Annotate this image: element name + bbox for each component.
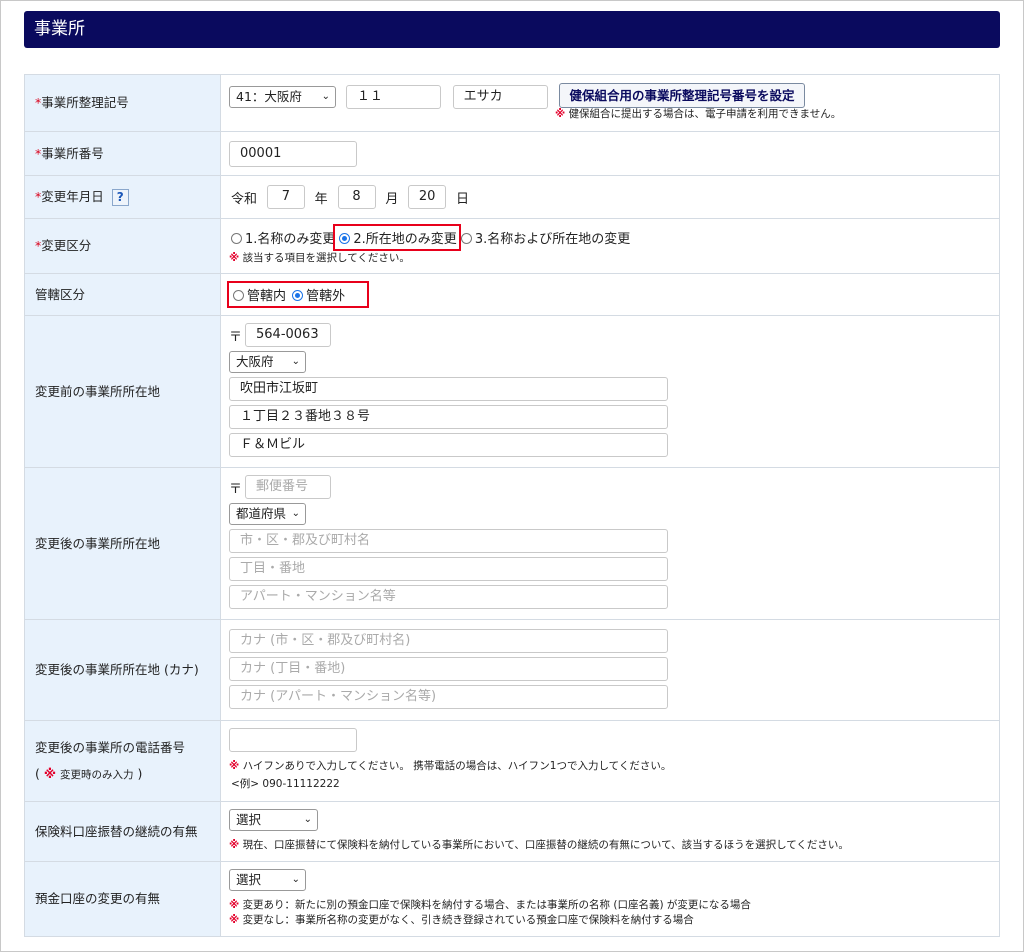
seiri-code-2[interactable]: エサカ <box>452 84 548 109</box>
radio-jurisdiction-out[interactable]: 管轄外 <box>290 289 345 304</box>
chevron-down-icon: ⌄ <box>291 356 300 367</box>
after-zip-input[interactable]: 郵便番号 <box>245 475 332 499</box>
kana-building-input[interactable]: カナ (アパート・マンション名等) <box>229 685 668 709</box>
before-pref-select[interactable]: 大阪府 ⌄ <box>229 351 306 373</box>
label-change-type: *変更区分 <box>24 218 221 274</box>
before-city-input[interactable]: 吹田市江坂町 <box>229 377 668 401</box>
value-seiri: 41：大阪府 ⌄ １１ エサカ 健保組合用の事業所整理記号番号を設定 ※ 健保組合… <box>220 74 1000 132</box>
chevron-down-icon: ⌄ <box>321 90 330 102</box>
value-change-type: 1.名称のみ変更 2.所在地のみ変更 3.名称および所在地の変更 ※ 該当する項目を… <box>220 218 1000 274</box>
value-account-change: 選択 ⌄ ※ 変更あり：新たに別の預金口座で保険料を納付する場合、または事業所の名… <box>220 861 1000 937</box>
after-building-input[interactable]: アパート・マンション名等 <box>229 585 668 609</box>
phone-example: <例> 090-11112222 <box>231 778 340 790</box>
kana-city-input[interactable]: カナ (市・区・郡及び町村名) <box>229 629 668 653</box>
kana-street-input[interactable]: カナ (丁目・番地) <box>229 657 668 681</box>
phone-note: ※ ハイフンありで入力してください。 携帯電話の場合は、ハイフン1つで入力してく… <box>229 760 672 772</box>
help-icon[interactable]: ? <box>111 189 129 206</box>
seiri-code-1[interactable]: １１ <box>345 84 441 109</box>
radio-on-icon <box>339 233 351 244</box>
chevron-down-icon: ⌄ <box>291 508 300 519</box>
value-before-address: 〒 564-0063 大阪府 ⌄ 吹田市江坂町 １丁目２３番地３８号 Ｆ＆Ｍビル <box>220 315 1000 468</box>
value-after-address-kana: カナ (市・区・郡及び町村名) カナ (丁目・番地) カナ (アパート・マンショ… <box>220 619 1000 721</box>
year-unit: 年 <box>314 191 328 207</box>
seiri-note: ※ 健保組合に提出する場合は、電子申請を利用できません。 <box>555 108 842 120</box>
radio-on-icon <box>292 290 304 301</box>
office-no-input[interactable]: 00001 <box>229 140 357 167</box>
set-kenpo-code-button[interactable]: 健保組合用の事業所整理記号番号を設定 <box>559 83 805 108</box>
transfer-note: ※ 現在、口座振替にて保険料を納付している事業所において、口座振替の継続の有無に… <box>229 839 849 851</box>
pref-code-select[interactable]: 41：大阪府 ⌄ <box>229 85 336 108</box>
change-type-note: ※ 該当する項目を選択してください。 <box>229 252 410 264</box>
after-street-input[interactable]: 丁目・番地 <box>229 557 668 581</box>
after-city-input[interactable]: 市・区・郡及び町村名 <box>229 529 668 553</box>
era-label: 令和 <box>231 191 258 207</box>
radio-change-type-2-highlight[interactable]: 2.所在地のみ変更 <box>333 224 461 251</box>
zip-mark: 〒 <box>229 481 243 497</box>
zip-mark: 〒 <box>229 329 243 345</box>
radio-jurisdiction-in[interactable]: 管轄内 <box>231 289 286 304</box>
label-transfer-continue: 保険料口座振替の継続の有無 <box>24 801 221 862</box>
value-transfer-continue: 選択 ⌄ ※ 現在、口座振替にて保険料を納付している事業所において、口座振替の継続… <box>220 801 1000 862</box>
before-zip-input[interactable]: 564-0063 <box>245 323 332 347</box>
chevron-down-icon: ⌄ <box>303 814 312 825</box>
before-street-input[interactable]: １丁目２３番地３８号 <box>229 405 668 429</box>
year-input[interactable]: 7 <box>266 185 305 209</box>
section-header: 事業所 <box>24 11 1000 48</box>
chevron-down-icon: ⌄ <box>291 874 300 885</box>
label-after-phone: 変更後の事業所の電話番号 ( ※ 変更時のみ入力 ) <box>24 720 221 802</box>
radio-off-icon <box>460 233 472 244</box>
label-account-change: 預金口座の変更の有無 <box>24 861 221 937</box>
label-after-address-kana: 変更後の事業所所在地 (カナ) <box>24 619 221 721</box>
radio-off-icon <box>231 233 242 244</box>
account-change-select[interactable]: 選択 ⌄ <box>229 869 306 891</box>
before-building-input[interactable]: Ｆ＆Ｍビル <box>229 433 668 457</box>
label-before-address: 変更前の事業所所在地 <box>24 315 221 468</box>
day-unit: 日 <box>456 191 470 207</box>
value-office-no: 00001 <box>220 131 1000 176</box>
account-note-1: ※ 変更あり：新たに別の預金口座で保険料を納付する場合、または事業所の名称 (口… <box>229 899 751 911</box>
account-note-2: ※ 変更なし：事業所名称の変更がなく、引き続き登録されている預金口座で保険料を納… <box>229 914 694 926</box>
jurisdiction-highlight: 管轄内 管轄外 <box>226 281 370 308</box>
value-after-address: 〒郵便番号 都道府県 ⌄ 市・区・郡及び町村名 丁目・番地 アパート・マンション名… <box>220 467 1000 620</box>
office-form: *事業所整理記号 41：大阪府 ⌄ １１ エサカ 健保組合用の事業所整理記号番号を… <box>24 74 1000 937</box>
label-after-address: 変更後の事業所所在地 <box>24 467 221 620</box>
radio-off-icon <box>233 290 244 301</box>
radio-change-type-1[interactable]: 1.名称のみ変更 <box>229 232 335 247</box>
after-pref-select[interactable]: 都道府県 ⌄ <box>229 503 306 525</box>
label-office-no: *事業所番号 <box>24 131 221 176</box>
month-input[interactable]: 8 <box>337 185 376 209</box>
after-phone-input[interactable] <box>229 728 357 752</box>
label-change-date: *変更年月日? <box>24 175 221 219</box>
label-seiri: *事業所整理記号 <box>24 74 221 132</box>
month-unit: 月 <box>385 191 399 207</box>
radio-change-type-3[interactable]: 3.名称および所在地の変更 <box>459 232 630 247</box>
value-change-date: 令和 7 年 8 月 20 日 <box>220 175 1000 219</box>
label-jurisdiction: 管轄区分 <box>24 273 221 316</box>
transfer-continue-select[interactable]: 選択 ⌄ <box>229 809 318 831</box>
value-jurisdiction: 管轄内 管轄外 <box>220 273 1000 316</box>
section-title: 事業所 <box>34 19 85 39</box>
value-after-phone: ※ ハイフンありで入力してください。 携帯電話の場合は、ハイフン1つで入力してく… <box>220 720 1000 802</box>
day-input[interactable]: 20 <box>408 185 447 209</box>
